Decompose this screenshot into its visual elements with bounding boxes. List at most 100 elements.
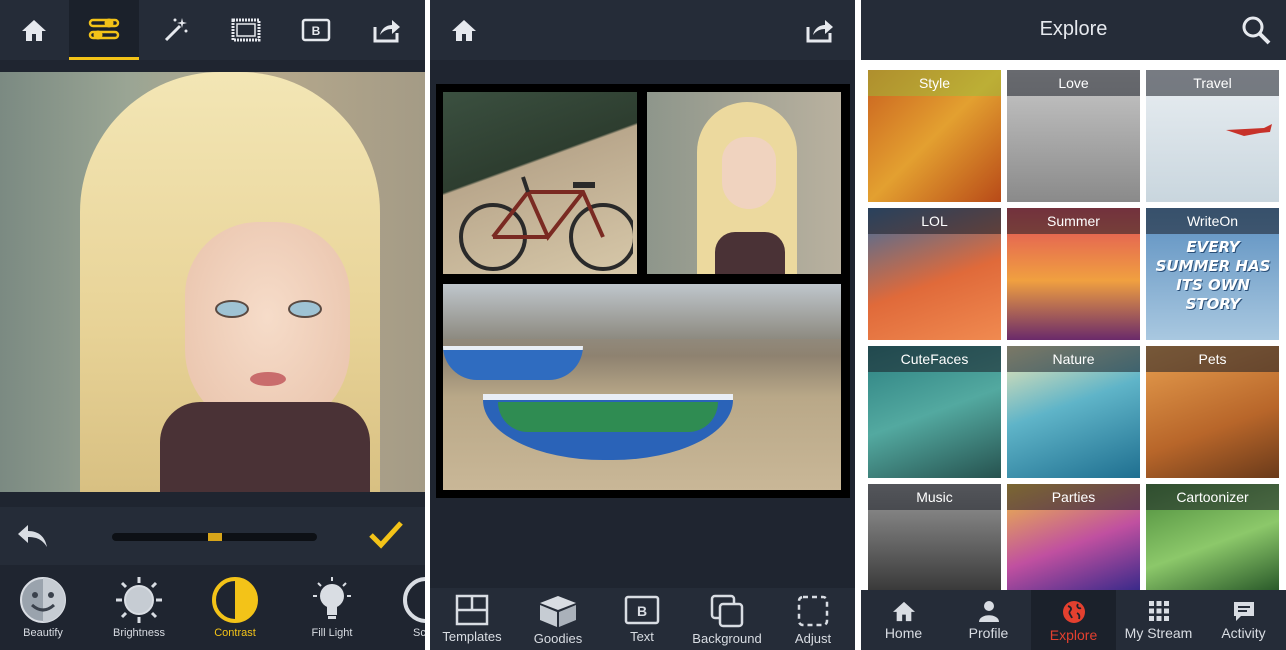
nav-label: Home xyxy=(884,625,923,641)
share-icon[interactable] xyxy=(790,0,850,60)
partial-icon xyxy=(403,577,425,623)
collage-canvas xyxy=(436,84,850,498)
photo-face xyxy=(722,137,776,209)
category-label: LOL xyxy=(868,208,1001,234)
home-icon[interactable] xyxy=(4,0,64,60)
photo-eye xyxy=(215,300,249,318)
nav-profile[interactable]: Profile xyxy=(946,590,1031,650)
portrait-photo[interactable] xyxy=(0,72,425,492)
photo-scarf xyxy=(160,402,370,492)
photo-eye xyxy=(288,300,322,318)
nav-label: My Stream xyxy=(1124,625,1193,641)
tool-label: Sc xyxy=(413,627,425,639)
category-tile-love[interactable]: Love xyxy=(1007,70,1140,202)
svg-text:B: B xyxy=(312,24,321,38)
explore-screen: Explore Style Love Travel LOL Summer Wri… xyxy=(861,0,1286,650)
tool-fill-light[interactable]: Fill Light xyxy=(292,575,372,639)
explore-header: Explore xyxy=(861,0,1286,60)
bicycle-illustration xyxy=(459,176,633,271)
search-icon[interactable] xyxy=(1241,15,1271,45)
undo-icon[interactable] xyxy=(14,521,52,551)
light-bulb-icon xyxy=(313,577,351,619)
tool-adjust[interactable]: Adjust xyxy=(771,594,855,646)
contrast-icon xyxy=(212,577,258,623)
nav-activity[interactable]: Activity xyxy=(1201,590,1286,650)
collage-tools: Templates Goodies B Text Background Adju… xyxy=(430,588,855,650)
category-grid: Style Love Travel LOL Summer WriteOn EVE… xyxy=(868,70,1280,590)
nav-home[interactable]: Home xyxy=(861,590,946,650)
category-tile-cartoonizer[interactable]: Cartoonizer xyxy=(1146,484,1279,590)
svg-text:B: B xyxy=(637,603,647,619)
page-title: Explore xyxy=(1039,18,1108,40)
tool-label: Adjust xyxy=(794,631,832,646)
category-tile-nature[interactable]: Nature xyxy=(1007,346,1140,478)
share-icon[interactable] xyxy=(357,0,417,60)
tool-templates[interactable]: Templates xyxy=(430,594,514,644)
category-tile-summer[interactable]: Summer xyxy=(1007,208,1140,340)
category-tile-style[interactable]: Style xyxy=(868,70,1001,202)
category-tile-parties[interactable]: Parties xyxy=(1007,484,1140,590)
adjust-bar xyxy=(0,507,425,565)
category-label: Love xyxy=(1007,70,1140,96)
tool-label: Fill Light xyxy=(311,627,353,639)
collage-cell-bicycle[interactable] xyxy=(443,92,637,274)
category-label: CuteFaces xyxy=(868,346,1001,372)
grid-icon xyxy=(1148,601,1169,621)
category-tile-writeon[interactable]: WriteOn EVERY SUMMER HAS ITS OWN STORY xyxy=(1146,208,1279,340)
tool-label: Contrast xyxy=(214,627,256,639)
tool-text[interactable]: B Text xyxy=(600,594,684,644)
frame-icon[interactable] xyxy=(216,0,276,60)
tool-background[interactable]: Background xyxy=(685,594,769,646)
apply-check-icon[interactable] xyxy=(368,519,404,551)
category-label: Summer xyxy=(1007,208,1140,234)
slider-handle[interactable] xyxy=(207,533,222,541)
box-icon xyxy=(540,596,576,627)
photo-boat-back xyxy=(443,346,583,380)
category-tile-lol[interactable]: LOL xyxy=(868,208,1001,340)
tile-overlay-text: EVERY SUMMER HAS ITS OWN STORY xyxy=(1155,238,1271,313)
adjust-tools: Beautify Brightness Contrast Fill Light … xyxy=(0,567,425,650)
adjust-sliders-icon[interactable] xyxy=(69,0,139,60)
category-tile-travel[interactable]: Travel xyxy=(1146,70,1279,202)
tool-label: Background xyxy=(692,631,762,646)
tool-label: Beautify xyxy=(23,627,63,639)
category-label: Nature xyxy=(1007,346,1140,372)
home-icon[interactable] xyxy=(434,0,494,60)
category-label: Parties xyxy=(1007,484,1140,510)
tool-goodies[interactable]: Goodies xyxy=(516,594,600,646)
tool-contrast[interactable]: Contrast xyxy=(195,575,275,639)
collage-screen: Templates Goodies B Text Background Adju… xyxy=(430,0,855,650)
category-label: Pets xyxy=(1146,346,1279,372)
editor-screen: B Beautify Brightness Contrast Fill Ligh… xyxy=(0,0,425,650)
tool-brightness[interactable]: Brightness xyxy=(99,575,179,639)
tool-label: Text xyxy=(630,629,654,644)
magic-wand-icon[interactable] xyxy=(146,0,206,60)
globe-icon xyxy=(1062,601,1085,623)
sun-icon xyxy=(116,577,162,623)
nav-explore[interactable]: Explore xyxy=(1031,590,1116,650)
category-tile-music[interactable]: Music xyxy=(868,484,1001,590)
text-box-icon: B xyxy=(624,595,660,625)
nav-label: Profile xyxy=(968,625,1009,641)
jet-illustration xyxy=(1226,124,1272,136)
collage-cell-portrait[interactable] xyxy=(647,92,841,274)
templates-icon xyxy=(455,594,489,626)
tool-label: Brightness xyxy=(113,627,165,639)
photo-scarf xyxy=(715,232,785,274)
beautify-face-icon xyxy=(20,577,66,623)
tool-partial[interactable]: Sc xyxy=(385,575,425,639)
crop-dashed-icon xyxy=(797,595,829,627)
tool-beautify[interactable]: Beautify xyxy=(3,575,83,639)
tool-label: Goodies xyxy=(533,631,583,646)
nav-my-stream[interactable]: My Stream xyxy=(1116,590,1201,650)
category-label: Music xyxy=(868,484,1001,510)
category-tile-pets[interactable]: Pets xyxy=(1146,346,1279,478)
category-label: WriteOn xyxy=(1146,208,1279,234)
category-label: Cartoonizer xyxy=(1146,484,1279,510)
bottom-nav: Home Profile Explore My Stream Activity xyxy=(861,590,1286,650)
photo-face xyxy=(185,222,350,432)
text-box-icon[interactable]: B xyxy=(286,0,346,60)
collage-cell-boat[interactable] xyxy=(443,284,841,490)
category-tile-cutefaces[interactable]: CuteFaces xyxy=(868,346,1001,478)
tool-label: Templates xyxy=(442,629,502,644)
